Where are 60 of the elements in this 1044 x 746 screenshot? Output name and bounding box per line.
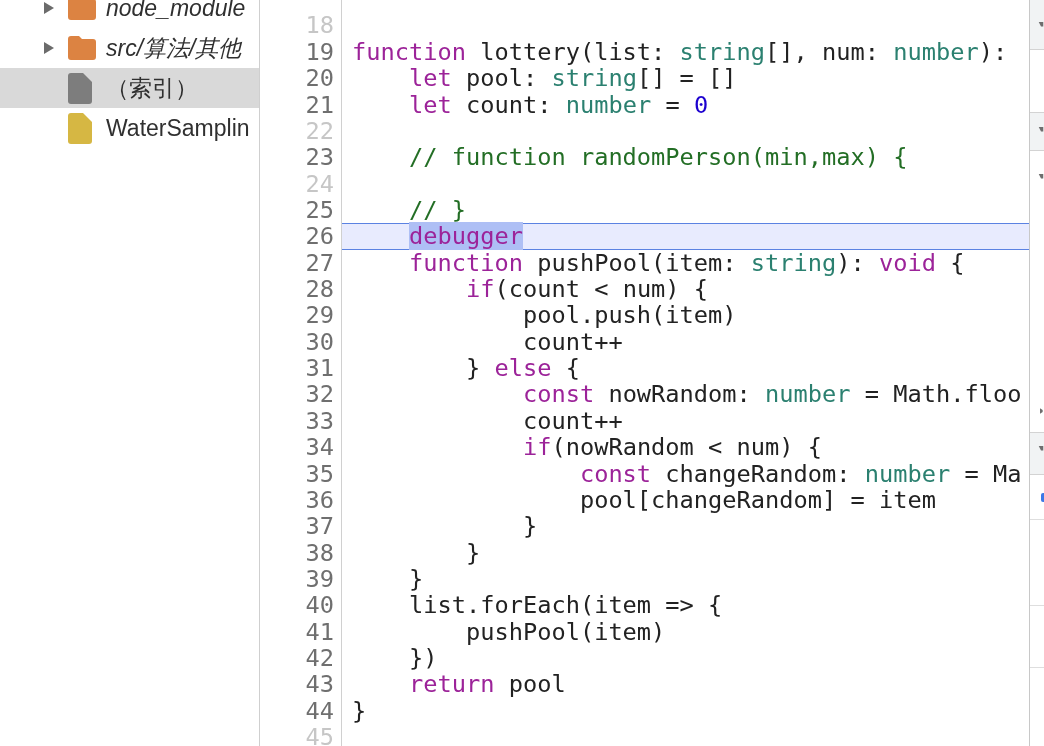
code-line: count++ bbox=[522, 327, 623, 356]
expanded-caret-icon[interactable] bbox=[1038, 127, 1044, 133]
line-number: 41 bbox=[305, 617, 334, 646]
code-line: const changeRandom: number = Ma bbox=[579, 459, 1022, 488]
code-line: list.forEach(item => { bbox=[409, 591, 723, 620]
line-number: 18 bbox=[305, 11, 334, 40]
line-number: 22 bbox=[305, 116, 334, 145]
line-number: 36 bbox=[305, 485, 334, 514]
line-number: 37 bbox=[305, 512, 334, 541]
line-number: 24 bbox=[305, 169, 334, 198]
line-number: 39 bbox=[305, 565, 334, 593]
line-number: 42 bbox=[305, 644, 334, 673]
code-line: if(count < num) { bbox=[465, 275, 709, 304]
line-number: 28 bbox=[305, 275, 334, 304]
line-number: 38 bbox=[305, 538, 334, 567]
pane-header[interactable] bbox=[1030, 112, 1044, 151]
line-number: 26 bbox=[305, 222, 334, 251]
line-number: 21 bbox=[305, 90, 334, 119]
line-number: 33 bbox=[305, 406, 334, 435]
code-line: return pool bbox=[409, 670, 566, 699]
line-number: 45 bbox=[305, 723, 334, 746]
line-number: 32 bbox=[305, 380, 334, 409]
collapsed-caret-icon[interactable] bbox=[44, 42, 54, 54]
line-number: 30 bbox=[305, 327, 334, 356]
code-line: pushPool(item) bbox=[465, 617, 666, 646]
line-number: 31 bbox=[305, 354, 334, 383]
expanded-caret-icon[interactable] bbox=[1038, 446, 1044, 452]
code-line: } bbox=[409, 565, 424, 593]
code-line: }) bbox=[409, 644, 438, 673]
code-line: let pool: string[] = [] bbox=[409, 64, 737, 93]
line-number: 27 bbox=[305, 248, 334, 277]
code-line: } bbox=[352, 696, 367, 725]
code-line: // function randomPerson(min,max) { bbox=[409, 143, 908, 172]
collapsed-caret-icon[interactable] bbox=[44, 2, 54, 14]
code-line: if(nowRandom < num) { bbox=[522, 433, 823, 462]
line-number: 25 bbox=[305, 195, 334, 224]
line-number: 35 bbox=[305, 459, 334, 488]
expanded-caret-icon[interactable] bbox=[1038, 22, 1044, 28]
line-number: 34 bbox=[305, 433, 334, 462]
line-number: 19 bbox=[305, 37, 334, 66]
file-tree-item[interactable]: （索引） bbox=[0, 68, 259, 108]
code-line: function lottery(list: string[], num: number): bbox=[352, 37, 1008, 66]
code-line: } bbox=[522, 512, 538, 541]
line-number: 43 bbox=[305, 670, 334, 699]
line-number: 44 bbox=[305, 696, 334, 725]
line-number: 29 bbox=[305, 301, 334, 330]
code-line: } bbox=[465, 538, 481, 567]
line-number: 23 bbox=[305, 143, 334, 172]
code-line: } else { bbox=[465, 354, 580, 383]
code-line: const nowRandom: number = Math.floo bbox=[522, 380, 1022, 409]
code-line: count++ bbox=[522, 406, 623, 435]
code-line: function pushPool(item: string): void { bbox=[409, 248, 965, 277]
code-line: pool.push(item) bbox=[522, 301, 737, 330]
code-line: let count: number = 0 bbox=[409, 90, 709, 119]
line-number: 20 bbox=[305, 64, 334, 93]
collapsed-caret-icon[interactable] bbox=[1040, 407, 1044, 415]
checkbox[interactable] bbox=[1041, 492, 1044, 502]
code-line: // } bbox=[409, 195, 466, 224]
expanded-caret-icon[interactable] bbox=[1038, 174, 1044, 180]
line-number: 40 bbox=[305, 591, 334, 620]
